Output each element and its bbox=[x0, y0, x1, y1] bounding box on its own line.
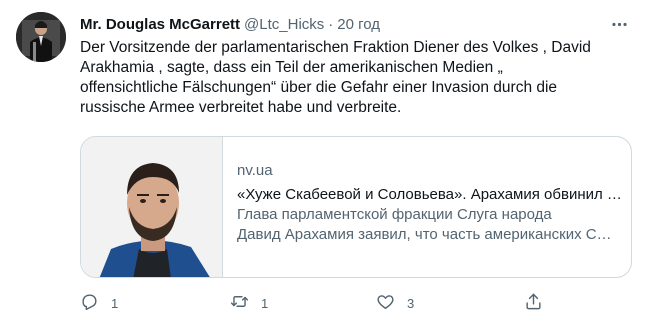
card-description-line: Глава парламентской фракции Слуга народа bbox=[237, 206, 552, 223]
tweet[interactable]: Mr. Douglas McGarrett @Ltc_Hicks · 20 го… bbox=[0, 0, 652, 331]
avatar[interactable] bbox=[16, 12, 66, 62]
link-preview-card[interactable]: nv.ua «Хуже Скабеевой и Соловьева». Арах… bbox=[80, 136, 632, 278]
share-icon bbox=[524, 292, 543, 314]
avatar-image bbox=[16, 12, 66, 62]
more-horizontal-icon[interactable] bbox=[606, 11, 632, 37]
tweet-text-line: offensichtliche Fälschungen“ über die Ge… bbox=[80, 79, 558, 96]
card-description-line: Давид Арахамия заявил, что часть америка… bbox=[237, 226, 622, 243]
tweet-text-line: russische Armee verbreitet habe und verb… bbox=[80, 99, 402, 116]
card-photo bbox=[81, 137, 222, 277]
timestamp[interactable]: 20 год bbox=[337, 16, 380, 33]
share-button[interactable] bbox=[524, 292, 543, 314]
card-title: «Хуже Скабеевой и Соловьева». Арахамия о… bbox=[237, 186, 622, 203]
reply-button[interactable]: 1 bbox=[80, 292, 118, 314]
retweet-icon bbox=[230, 292, 249, 314]
reply-count: 1 bbox=[111, 295, 119, 311]
retweet-count: 1 bbox=[261, 295, 269, 311]
tweet-actions: 1 1 3 bbox=[80, 290, 550, 316]
like-count: 3 bbox=[407, 295, 415, 311]
like-button[interactable]: 3 bbox=[376, 292, 414, 314]
heart-icon bbox=[376, 292, 395, 314]
card-body: nv.ua «Хуже Скабеевой и Соловьева». Арах… bbox=[237, 161, 622, 245]
card-thumbnail bbox=[81, 137, 223, 277]
separator: · bbox=[328, 15, 334, 33]
display-name[interactable]: Mr. Douglas McGarrett bbox=[80, 16, 240, 33]
tweet-text-line: Der Vorsitzende der parlamentarischen Fr… bbox=[80, 39, 591, 56]
tweet-text-line: Arakhamia , sagte, dass ein Teil der ame… bbox=[80, 59, 503, 76]
tweet-text: Der Vorsitzende der parlamentarischen Fr… bbox=[80, 38, 640, 118]
reply-icon bbox=[80, 292, 99, 314]
user-handle[interactable]: @Ltc_Hicks bbox=[244, 16, 324, 33]
retweet-button[interactable]: 1 bbox=[230, 292, 268, 314]
tweet-header: Mr. Douglas McGarrett @Ltc_Hicks · 20 го… bbox=[80, 13, 636, 35]
card-domain: nv.ua bbox=[237, 162, 273, 179]
